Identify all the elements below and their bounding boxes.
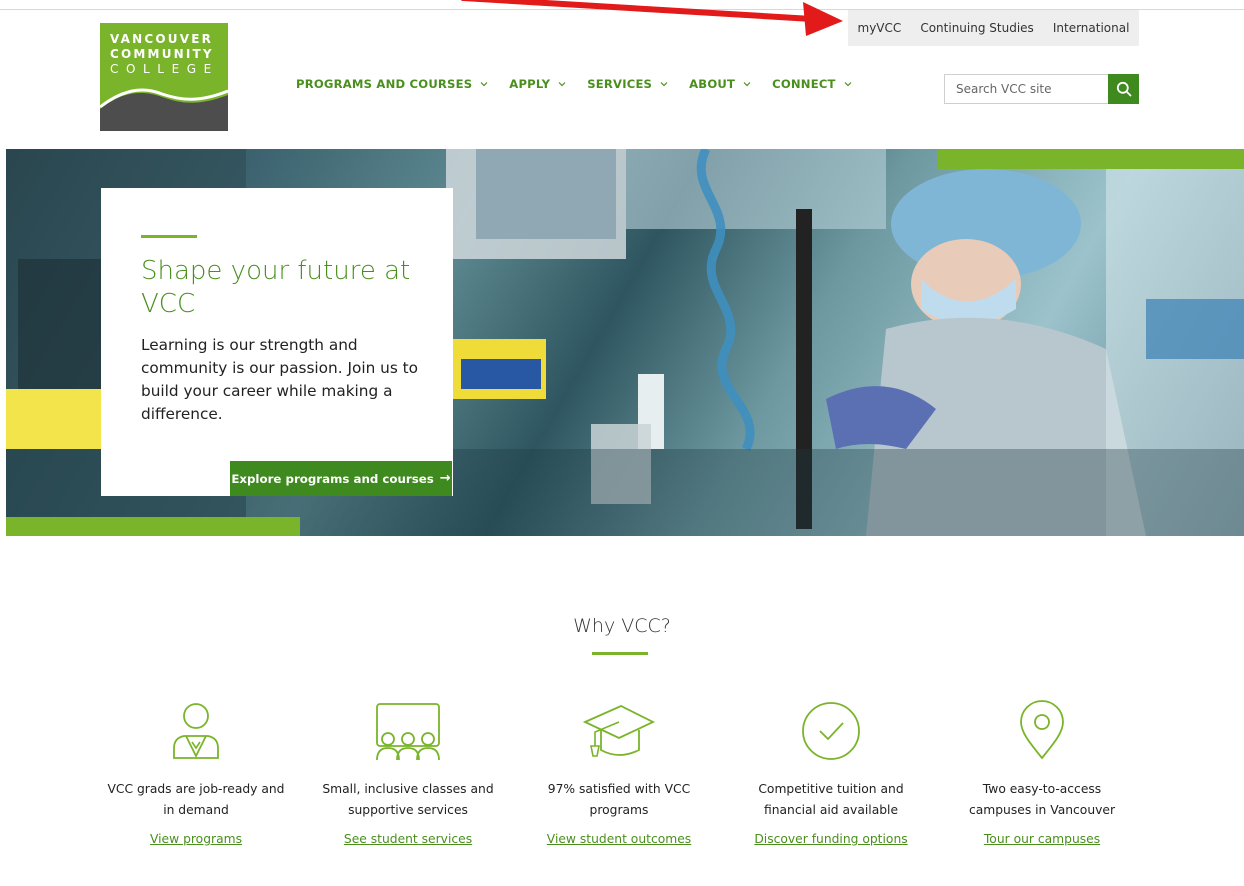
tour-our-campuses-link[interactable]: Tour our campuses: [952, 832, 1132, 846]
feature-inclusive-classes: Small, inclusive classes and supportive …: [318, 700, 498, 846]
feature-text: 97% satisfied with VCC programs: [547, 782, 691, 817]
graduation-cap-icon: [582, 705, 656, 757]
view-student-outcomes-link[interactable]: View student outcomes: [529, 832, 709, 846]
feature-text: Two easy-to-access campuses in Vancouver: [968, 782, 1116, 817]
feature-text: VCC grads are job-ready and in demand: [107, 782, 285, 817]
feature-satisfaction: 97% satisfied with VCC programs View stu…: [529, 700, 709, 846]
feature-job-ready: VCC grads are job-ready and in demand Vi…: [106, 700, 286, 846]
feature-tuition: Competitive tuition and financial aid av…: [741, 700, 921, 846]
location-pin-icon: [1020, 700, 1064, 760]
person-icon: [173, 703, 219, 759]
group-icon: [376, 703, 440, 761]
view-programs-link[interactable]: View programs: [106, 832, 286, 846]
feature-campuses: Two easy-to-access campuses in Vancouver…: [952, 700, 1132, 846]
see-student-services-link[interactable]: See student services: [318, 832, 498, 846]
why-vcc-features: VCC grads are job-ready and in demand Vi…: [0, 0, 1244, 886]
feature-text: Competitive tuition and financial aid av…: [758, 782, 904, 817]
discover-funding-options-link[interactable]: Discover funding options: [741, 832, 921, 846]
checkmark-circle-icon: [802, 702, 860, 760]
feature-text: Small, inclusive classes and supportive …: [322, 782, 494, 817]
